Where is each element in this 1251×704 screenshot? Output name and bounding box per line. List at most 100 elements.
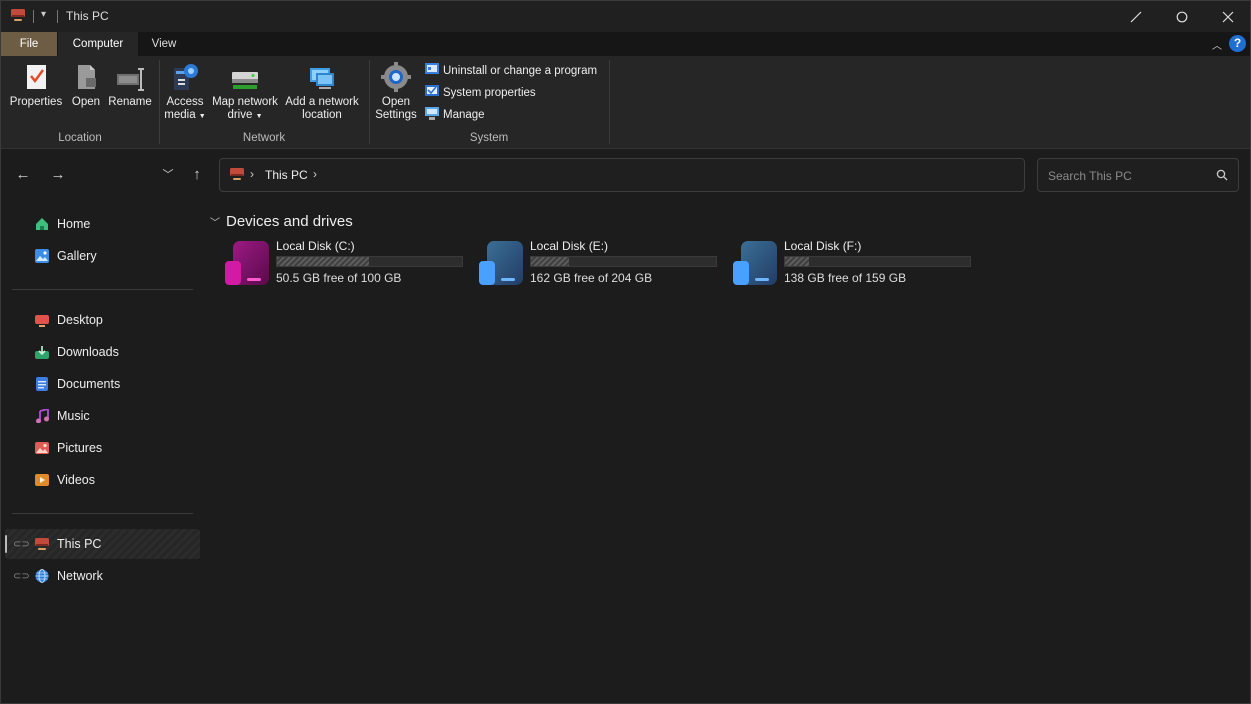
documents-icon (35, 377, 49, 391)
downloads-icon (35, 345, 49, 359)
drive-free-space: 138 GB free of 159 GB (784, 271, 907, 285)
minimize-button[interactable] (1113, 1, 1159, 32)
sidebar-item-desktop[interactable]: Desktop (35, 310, 103, 330)
system-group-label: System (469, 132, 509, 144)
quick-access-separator (33, 10, 34, 23)
back-button[interactable]: ← (11, 165, 35, 185)
sidebar-separator (12, 289, 193, 290)
chevron-down-icon: ﹀ (162, 169, 174, 181)
open-settings-button[interactable]: Open Settings (373, 62, 419, 122)
expand-chevron-icon[interactable]: ⊂⊃ (13, 539, 30, 550)
maximize-icon (1176, 11, 1188, 22)
search-box (1037, 158, 1239, 193)
manage-icon (425, 107, 439, 120)
drive-usage-fill (531, 257, 570, 266)
uninstall-program-button[interactable]: Uninstall or change a program (425, 62, 597, 80)
open-button[interactable]: Open (67, 62, 105, 109)
access-media-label: Access media ▼ (164, 96, 206, 121)
caret-down-icon: ▼ (255, 113, 263, 120)
sidebar-item-home[interactable]: Home (35, 214, 90, 234)
chevron-down-icon: ﹀ (210, 218, 220, 229)
drive-item[interactable]: Local Disk (F:) 138 GB free of 159 GB (733, 239, 983, 289)
caret-down-icon: ▼ (198, 113, 206, 120)
open-label: Open (71, 96, 101, 108)
window-title: This PC (66, 9, 109, 23)
drive-c-icon (225, 241, 269, 285)
quick-access-dropdown-icon[interactable]: ▾ (41, 9, 46, 20)
sidebar-item-gallery[interactable]: Gallery (35, 246, 97, 266)
search-input[interactable] (1046, 159, 1210, 193)
network-location-icon (307, 62, 337, 92)
sidebar-separator (12, 513, 193, 514)
close-button[interactable] (1205, 1, 1251, 32)
drive-name: Local Disk (E:) (530, 239, 609, 253)
recent-locations-button[interactable]: ﹀ (156, 165, 180, 185)
this-pc-icon (230, 168, 244, 180)
music-icon (35, 407, 49, 424)
drive-e-icon (479, 241, 523, 285)
tab-file[interactable]: File (1, 32, 57, 56)
add-network-location-button[interactable]: Add a network location (283, 62, 361, 122)
network-icon (35, 569, 49, 583)
sidebar-item-music[interactable]: Music (35, 406, 90, 426)
system-properties-button[interactable]: System properties (425, 84, 536, 102)
expand-chevron-icon[interactable]: ⊂⊃ (13, 571, 30, 582)
help-icon[interactable]: ? (1229, 35, 1246, 52)
pictures-icon (35, 441, 49, 455)
minimize-icon (1130, 11, 1142, 22)
search-icon[interactable] (1216, 169, 1228, 181)
drive-free-space: 50.5 GB free of 100 GB (276, 271, 402, 285)
maximize-button[interactable] (1159, 1, 1205, 32)
map-network-drive-button[interactable]: Map network drive ▼ (209, 62, 281, 123)
system-properties-icon (425, 85, 439, 98)
drive-usage-bar (784, 256, 971, 267)
breadcrumb-chevron-icon[interactable]: › (313, 167, 317, 181)
drive-free-space: 162 GB free of 204 GB (530, 271, 653, 285)
uninstall-icon (425, 63, 439, 76)
drive-usage-fill (785, 257, 810, 266)
devices-and-drives-header[interactable]: ﹀ Devices and drives (210, 213, 353, 230)
open-settings-label: Open Settings (375, 96, 417, 121)
manage-button[interactable]: Manage (425, 106, 485, 124)
access-media-button[interactable]: Access media ▼ (163, 62, 207, 123)
close-icon (1222, 11, 1234, 22)
sidebar-item-downloads[interactable]: Downloads (35, 342, 119, 362)
breadcrumb-chevron-icon[interactable]: › (250, 167, 254, 181)
this-pc-icon (35, 537, 49, 551)
home-icon (35, 217, 49, 231)
arrow-right-icon: → (50, 166, 66, 183)
tab-computer[interactable]: Computer (58, 32, 138, 56)
drive-usage-fill (277, 257, 369, 266)
quick-access-separator (57, 10, 58, 23)
ribbon: Properties Open Rename Location Access m… (1, 56, 1250, 149)
this-pc-icon (11, 9, 25, 21)
breadcrumb-this-pc[interactable]: This PC (265, 168, 308, 182)
rename-label: Rename (108, 96, 152, 108)
rename-button[interactable]: Rename (107, 62, 153, 109)
drive-item[interactable]: Local Disk (E:) 162 GB free of 204 GB (479, 239, 729, 289)
properties-button[interactable]: Properties (7, 62, 65, 109)
tab-view[interactable]: View (138, 32, 190, 56)
drive-name: Local Disk (F:) (784, 239, 862, 253)
gallery-icon (35, 249, 49, 263)
rename-icon (115, 62, 145, 92)
sidebar-item-this-pc[interactable]: This PC (35, 534, 101, 554)
properties-icon (21, 62, 51, 92)
drive-name: Local Disk (C:) (276, 239, 355, 253)
address-bar[interactable]: › This PC › (219, 158, 1025, 192)
chevron-up-icon[interactable]: ︿ (1212, 37, 1222, 52)
drive-item[interactable]: Local Disk (C:) 50.5 GB free of 100 GB (225, 239, 475, 289)
desktop-icon (35, 313, 49, 327)
settings-gear-icon (381, 62, 411, 92)
properties-label: Properties (9, 96, 63, 108)
sidebar-item-videos[interactable]: Videos (35, 470, 95, 490)
sidebar-item-documents[interactable]: Documents (35, 374, 120, 394)
location-group-label: Location (58, 132, 102, 144)
forward-button[interactable]: → (46, 165, 70, 185)
ribbon-tabs: File Computer View ︿ ? (1, 32, 1250, 56)
up-button[interactable]: ↑ (185, 165, 209, 185)
title-bar: ▾ This PC (1, 1, 1250, 32)
sidebar-item-network[interactable]: Network (35, 566, 103, 586)
map-network-drive-label: Map network drive ▼ (212, 96, 278, 121)
sidebar-item-pictures[interactable]: Pictures (35, 438, 102, 458)
